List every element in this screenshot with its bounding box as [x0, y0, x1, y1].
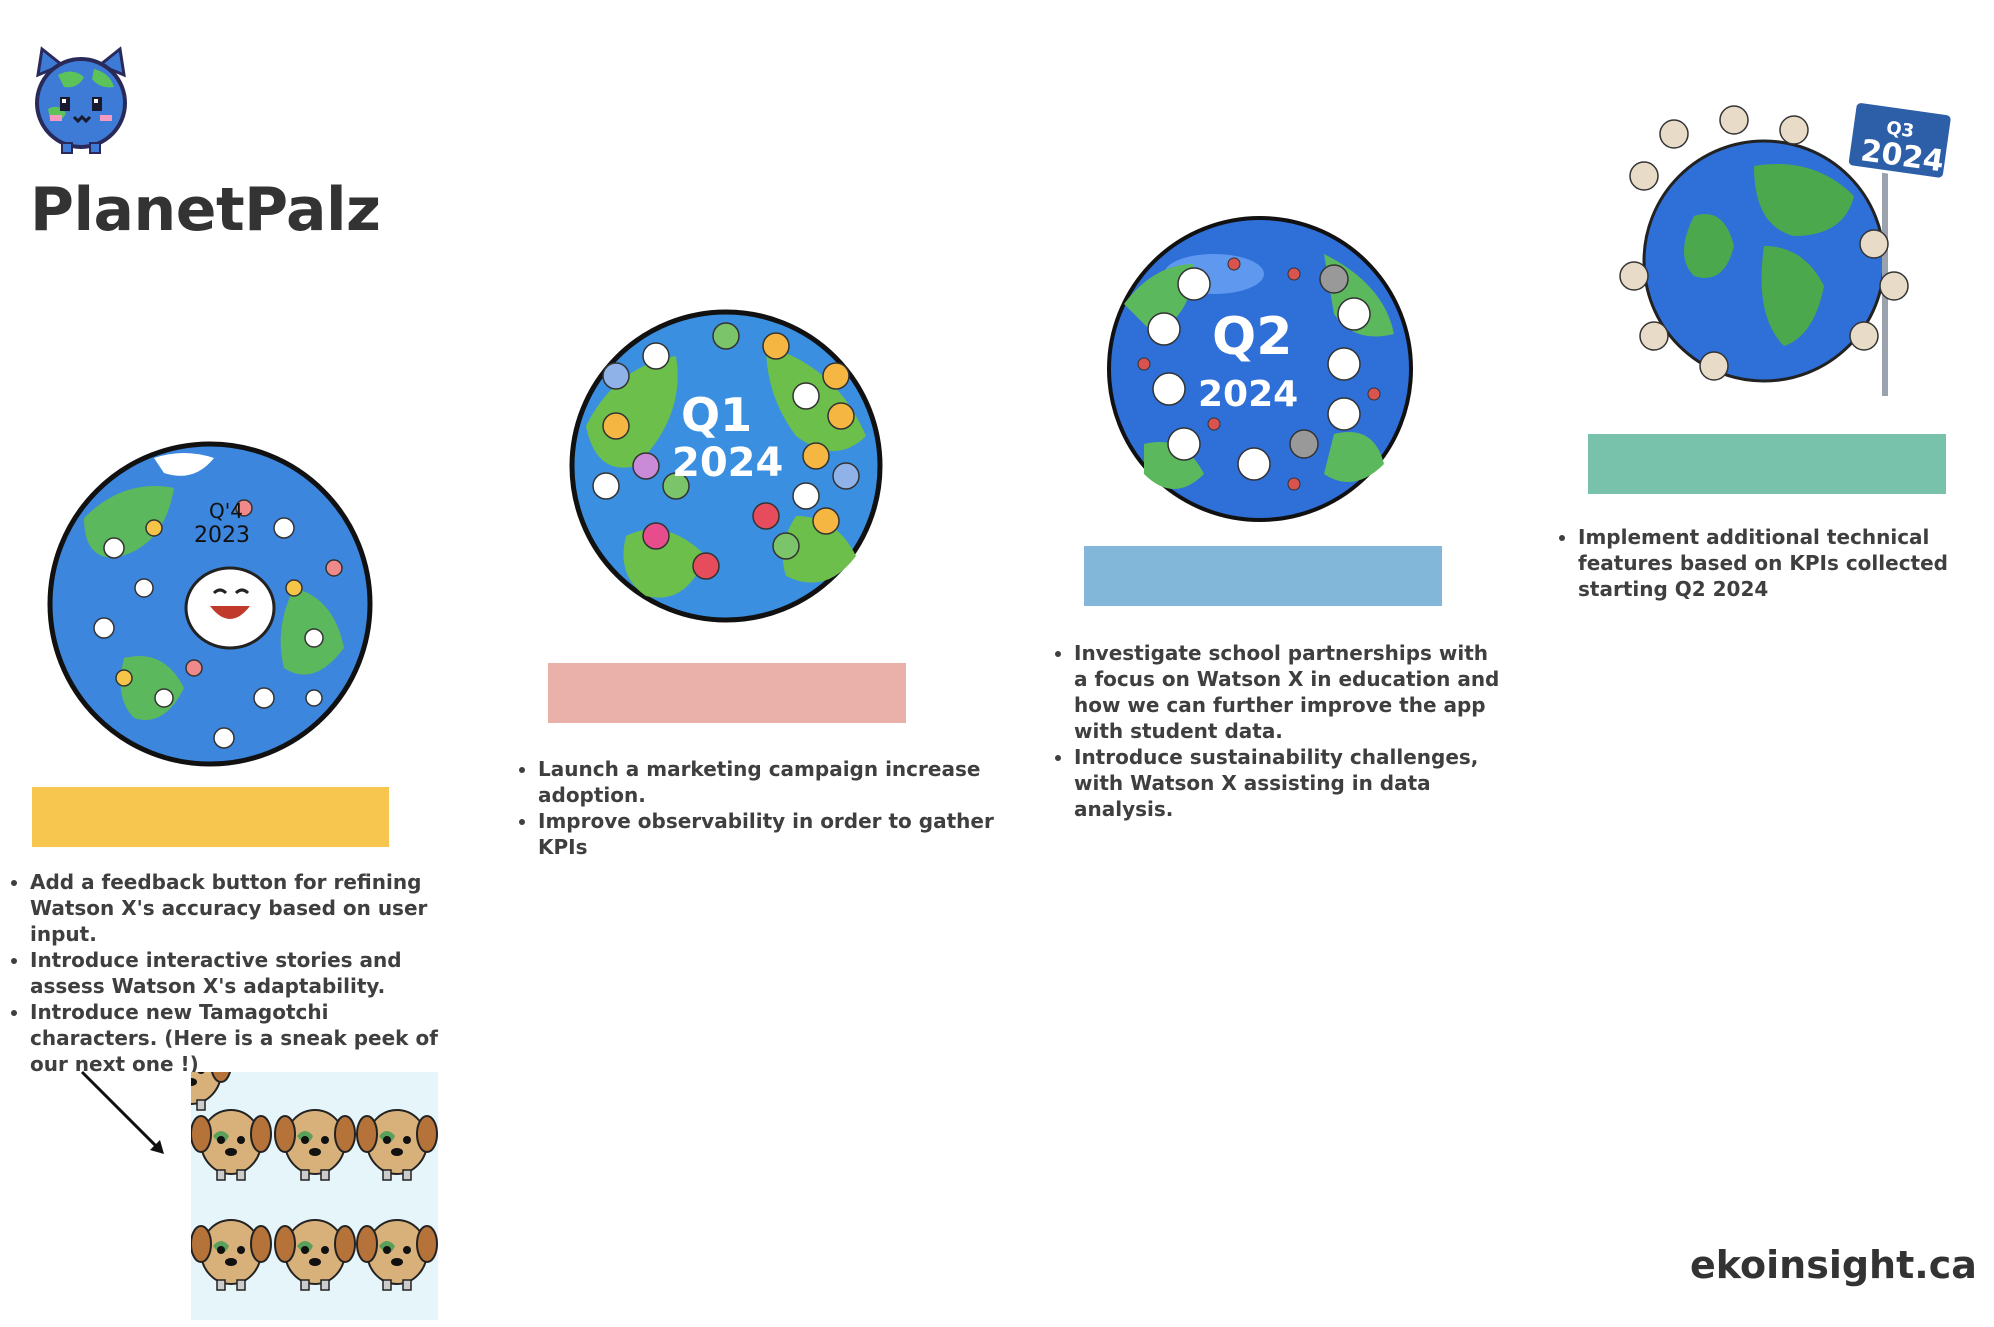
- list-item: Improve observability in order to gather…: [538, 808, 998, 860]
- q3-2024-item-list: Implement additional technical features …: [1556, 524, 1994, 602]
- list-item: Introduce interactive stories and assess…: [30, 947, 460, 999]
- puppy-character-sprites-icon: [150, 1039, 438, 1291]
- list-item: Add a feedback button for refining Watso…: [30, 869, 460, 947]
- list-item: Introduce new Tamagotchi characters. (He…: [30, 999, 460, 1077]
- list-item: Implement additional technical features …: [1578, 524, 1994, 602]
- q1-globe-label-line1: Q1: [681, 388, 752, 442]
- q1-2024-globe-illustration: Q1 2024: [569, 309, 883, 623]
- q1-2024-item-list: Launch a marketing campaign increase ado…: [516, 756, 998, 860]
- list-item: Launch a marketing campaign increase ado…: [538, 756, 998, 808]
- q4-2023-globe-illustration: Q'4 2023: [47, 441, 373, 767]
- q2-2024-globe-illustration: Q2 2024: [1107, 216, 1413, 522]
- q2-globe-label-line1: Q2: [1212, 307, 1292, 367]
- q3-2024-globe-illustration: Q3 2024: [1619, 100, 1954, 396]
- q2-2024-item-list: Investigate school partnerships with a f…: [1052, 640, 1504, 822]
- q4-2023-color-bar: [32, 787, 389, 847]
- q3-2024-color-bar: [1588, 434, 1946, 494]
- q1-2024-color-bar: [548, 663, 906, 723]
- list-item: Introduce sustainability challenges, wit…: [1074, 744, 1504, 822]
- planetpalz-logo-icon: [35, 46, 127, 154]
- app-title: PlanetPalz: [30, 175, 381, 245]
- q4-2023-item-list: Add a feedback button for refining Watso…: [8, 869, 460, 1077]
- q2-2024-color-bar: [1084, 546, 1442, 606]
- list-item: Investigate school partnerships with a f…: [1074, 640, 1504, 744]
- q4-globe-label-line2: 2023: [194, 523, 250, 548]
- sneak-peek-character-sheet: [150, 1039, 438, 1320]
- website-link[interactable]: ekoinsight.ca: [1690, 1243, 1977, 1287]
- q2-globe-label-line2: 2024: [1198, 374, 1298, 415]
- q4-globe-label-line1: Q'4: [209, 499, 243, 523]
- arrow-icon: [80, 1070, 164, 1154]
- q1-globe-label-line2: 2024: [672, 440, 783, 486]
